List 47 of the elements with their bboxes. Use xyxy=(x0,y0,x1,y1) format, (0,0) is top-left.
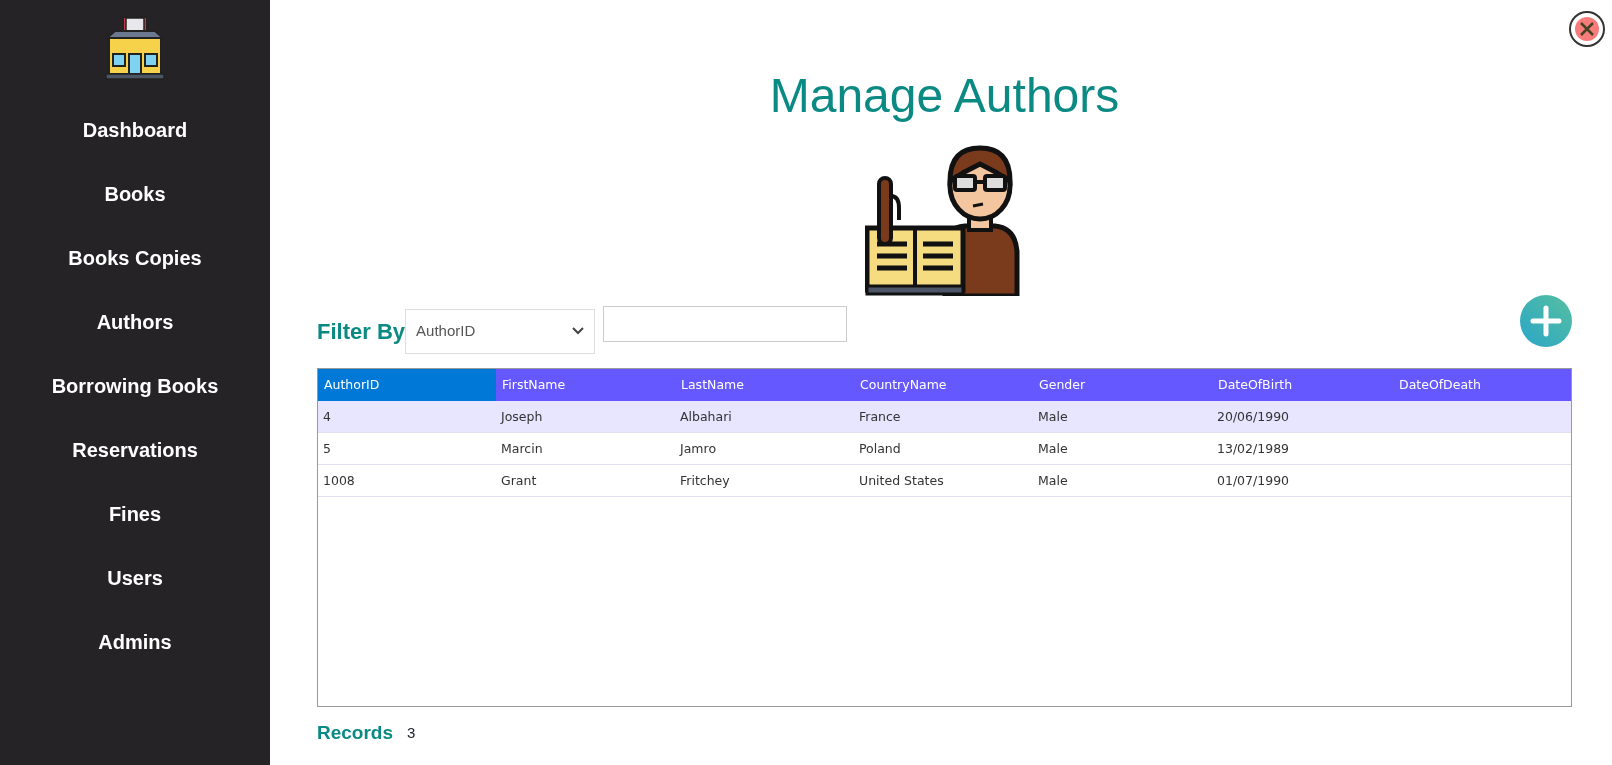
column-header[interactable]: DateOfBirth xyxy=(1212,369,1393,401)
table-row[interactable]: 1008 Grant Fritchey United States Male 01/07/1990 xyxy=(318,465,1571,497)
table-cell: Joseph xyxy=(501,409,543,424)
sidebar-item[interactable]: Books xyxy=(0,162,270,226)
add-button[interactable] xyxy=(1520,295,1572,347)
table-cell: Grant xyxy=(501,473,537,488)
column-header[interactable]: DateOfDeath xyxy=(1393,369,1571,401)
column-header[interactable]: Gender xyxy=(1033,369,1212,401)
filter-label: Filter By xyxy=(317,317,406,346)
table-row[interactable]: 4 Joseph Albahari France Male 20/06/1990 xyxy=(318,401,1571,433)
table-cell: Jamro xyxy=(680,441,717,456)
table-cell: Male xyxy=(1038,441,1068,456)
dropdown-value: AuthorID xyxy=(416,320,476,341)
table-cell: 13/02/1989 xyxy=(1217,441,1290,456)
table-cell: France xyxy=(859,409,901,424)
sidebar-item[interactable]: Dashboard xyxy=(0,98,270,162)
sidebar-item[interactable]: Authors xyxy=(0,290,270,354)
table-cell: 5 xyxy=(323,441,331,456)
records-count: 3 xyxy=(407,723,416,743)
close-button[interactable] xyxy=(1568,10,1606,48)
table-cell: 1008 xyxy=(323,473,355,488)
column-header[interactable]: AuthorID xyxy=(318,369,496,401)
sidebar-item[interactable]: Admins xyxy=(0,610,270,674)
table-cell: Albahari xyxy=(680,409,732,424)
chevron-down-icon xyxy=(572,327,585,335)
column-header[interactable]: FirstName xyxy=(496,369,675,401)
table-cell: Poland xyxy=(859,441,901,456)
table-cell: 01/07/1990 xyxy=(1217,473,1290,488)
table-cell: 4 xyxy=(323,409,331,424)
sidebar-item[interactable]: Borrowing Books xyxy=(0,354,270,418)
table-cell: Fritchey xyxy=(680,473,730,488)
column-header[interactable]: CountryName xyxy=(854,369,1033,401)
column-header[interactable]: LastName xyxy=(675,369,854,401)
table-cell: United States xyxy=(859,473,944,488)
filter-input-field[interactable] xyxy=(603,306,848,342)
table-cell: Male xyxy=(1038,473,1068,488)
table-cell: Marcin xyxy=(501,441,543,456)
page-title: Manage Authors xyxy=(768,68,1121,124)
sidebar-item[interactable]: Fines xyxy=(0,482,270,546)
table-cell: Male xyxy=(1038,409,1068,424)
sidebar-item[interactable]: Users xyxy=(0,546,270,610)
sidebar-item[interactable]: Books Copies xyxy=(0,226,270,290)
table-row[interactable]: 5 Marcin Jamro Poland Male 13/02/1989 xyxy=(318,433,1571,465)
table-cell: 20/06/1990 xyxy=(1217,409,1290,424)
sidebar-item[interactable]: Reservations xyxy=(0,418,270,482)
filter-dropdown[interactable]: AuthorID xyxy=(405,308,596,354)
records-label: Records xyxy=(317,721,394,745)
